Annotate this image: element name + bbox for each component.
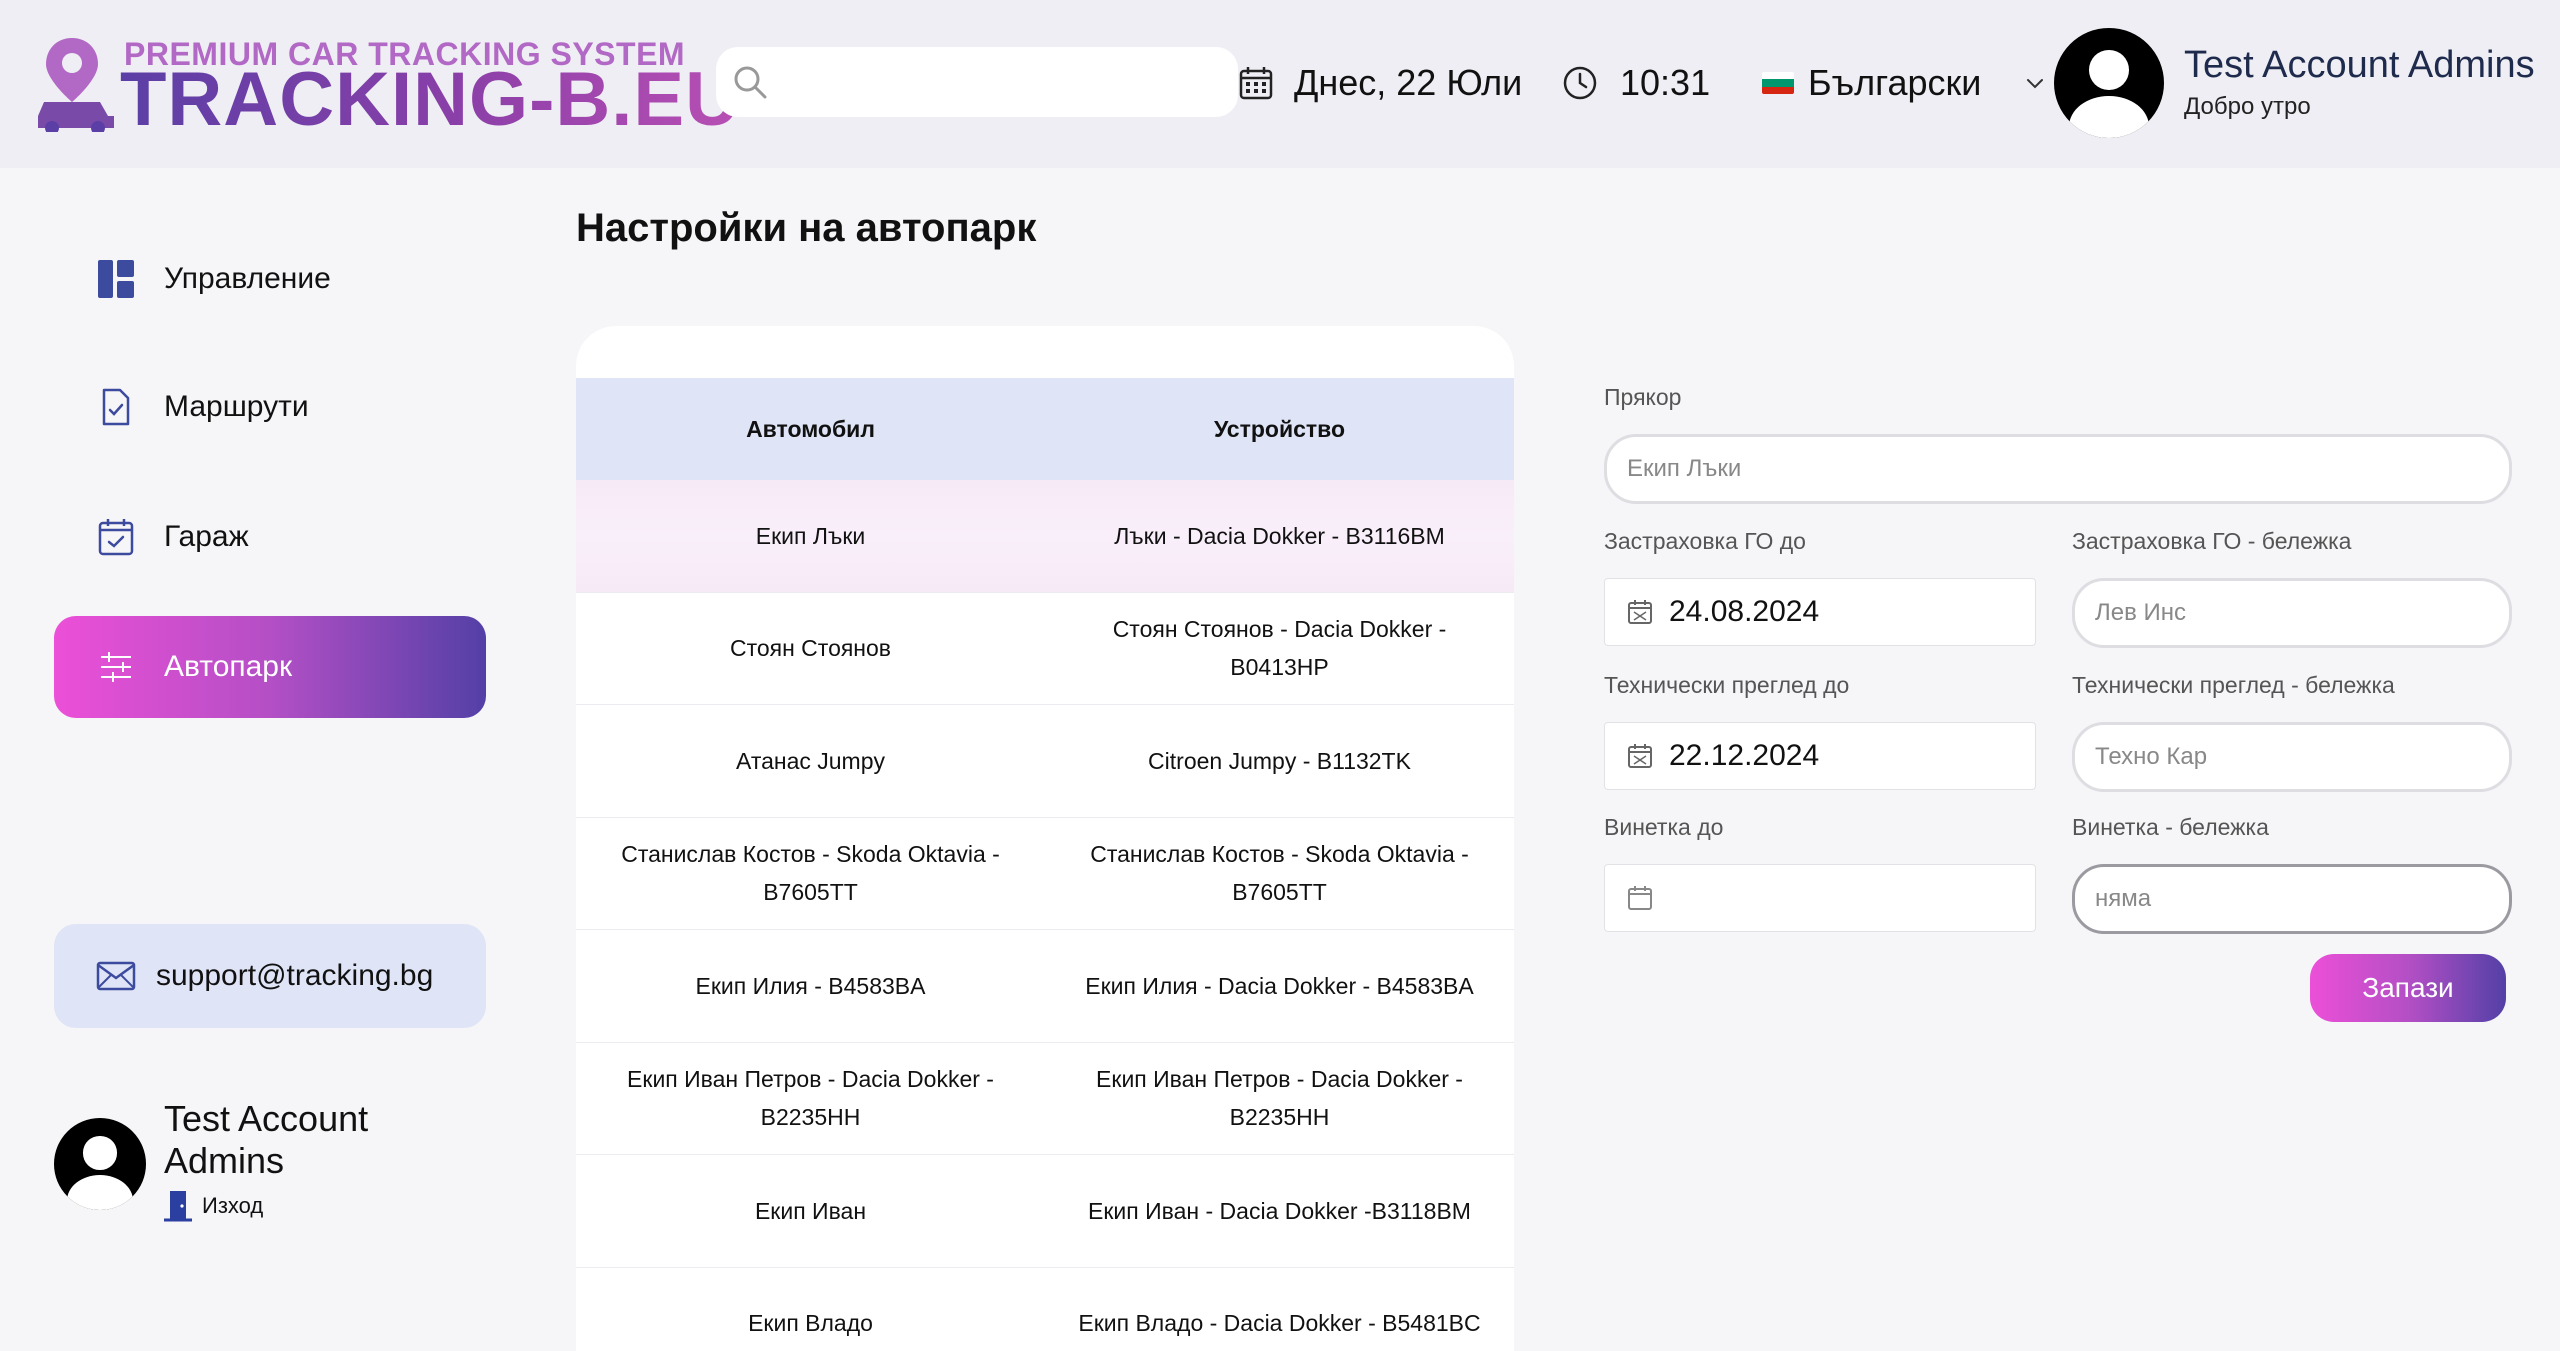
time-display: 10:31 [1562, 58, 1710, 108]
vignette-note-label: Винетка - бележка [2072, 814, 2269, 840]
sidebar-item-label: Автопарк [164, 650, 293, 683]
vignette-note-field[interactable]: няма [2072, 864, 2512, 934]
calendar-icon [1628, 886, 1652, 910]
top-header: PREMIUM CAR TRACKING SYSTEM TRACKING-B.E… [0, 0, 2560, 168]
user-info: Test Account Admins Добро утро [2184, 44, 2535, 121]
sidebar-item-management[interactable]: Управление [54, 228, 486, 330]
cell-car: Атанас Jumpy [735, 747, 886, 774]
cell-device: Екип Владо - Dacia Dokker - B5481BC [1078, 1310, 1481, 1337]
insurance-date-field[interactable]: 24.08.2024 [1604, 578, 2036, 646]
nickname-field[interactable]: Екип Лъки [1604, 434, 2512, 504]
table-row[interactable]: Атанас Jumpy Citroen Jumpy - B1132TK [576, 705, 1514, 818]
sidebar-item-label: Маршрути [164, 390, 309, 423]
calendar-icon [1628, 744, 1652, 768]
save-button[interactable]: Запази [2310, 954, 2506, 1022]
brand-logo[interactable]: PREMIUM CAR TRACKING SYSTEM TRACKING-B.E… [34, 36, 740, 142]
cell-device: Екип Иван - Dacia Dokker -B3118BM [1088, 1197, 1471, 1224]
table-row[interactable]: Екип Иван Петров - Dacia Dokker - B2235H… [576, 1043, 1514, 1155]
logout-label: Изход [202, 1193, 264, 1218]
language-label: Български [1808, 62, 1982, 103]
cell-device: Екип Илия - Dacia Dokker - B4583BA [1085, 972, 1474, 999]
car-pin-icon [38, 38, 114, 132]
inspection-label: Технически преглед до [1604, 672, 1850, 698]
door-icon [164, 1191, 192, 1222]
file-check-icon [94, 385, 138, 429]
inspection-note-label: Технически преглед - бележка [2072, 672, 2395, 698]
sidebar-user-name: Test Account Admins [164, 1098, 369, 1181]
cell-device: Станислав Костов - Skoda Oktavia - B7605… [1090, 841, 1469, 906]
search-icon [734, 66, 767, 99]
sidebar-item-garage[interactable]: Гараж [54, 486, 486, 588]
calendar-icon [1239, 67, 1273, 100]
chevron-down-icon[interactable] [2023, 71, 2047, 95]
current-time: 10:31 [1620, 62, 1711, 103]
cell-car: Екип Илия - B4583BA [695, 972, 926, 999]
sidebar-item-routes[interactable]: Маршрути [54, 356, 486, 458]
cell-device: Екип Иван Петров - Dacia Dokker - B2235H… [1096, 1066, 1463, 1131]
nickname-label: Прякор [1604, 384, 1682, 410]
user-name: Test Account Admins [2184, 44, 2535, 86]
cell-car: Екип Владо [748, 1310, 873, 1337]
cell-car: Екип Иван [754, 1197, 867, 1224]
table-row[interactable]: Екип Лъки Лъки - Dacia Dokker - B3116BM [576, 480, 1514, 593]
greeting: Добро утро [2184, 93, 2311, 120]
column-header-car[interactable]: Автомобил [576, 378, 1045, 480]
insurance-note-label: Застраховка ГО - бележка [2072, 528, 2352, 554]
calendar-check-icon [94, 515, 138, 559]
sliders-icon [94, 645, 138, 689]
calendar-icon [1628, 600, 1652, 624]
cell-device: Лъки - Dacia Dokker - B3116BM [1114, 522, 1445, 549]
inspection-date-value: 22.12.2024 [1669, 739, 1820, 772]
table-row[interactable]: Екип Владо Екип Владо - Dacia Dokker - B… [576, 1268, 1514, 1351]
search-input[interactable] [780, 57, 1220, 107]
clock-icon [1563, 66, 1597, 100]
insurance-label: Застраховка ГО до [1604, 528, 1806, 554]
table-row[interactable]: Стоян Стоянов Стоян Стоянов - Dacia Dokk… [576, 593, 1514, 705]
table-row[interactable]: Екип Илия - B4583BA Екип Илия - Dacia Do… [576, 930, 1514, 1043]
table-row[interactable]: Екип Иван Екип Иван - Dacia Dokker -B311… [576, 1155, 1514, 1268]
support-email: support@tracking.bg [156, 959, 434, 992]
vignette-label: Винетка до [1604, 814, 1724, 840]
sidebar-item-fleet[interactable]: Автопарк [54, 616, 486, 718]
inspection-note-field[interactable]: Техно Кар [2072, 722, 2512, 792]
support-email-link[interactable]: support@tracking.bg [54, 924, 486, 1028]
sidebar-item-label: Гараж [164, 520, 249, 553]
table-body: Екип Лъки Лъки - Dacia Dokker - B3116BM … [576, 480, 1514, 1351]
cell-car: Станислав Костов - Skoda Oktavia - B7605… [621, 841, 1000, 906]
cell-device: Стоян Стоянов - Dacia Dokker - B0413HP [1112, 616, 1447, 681]
cell-car: Стоян Стоянов [729, 635, 892, 662]
table-header: Автомобил Устройство [576, 378, 1514, 480]
current-date: Днес, 22 Юли [1294, 62, 1523, 103]
insurance-date-value: 24.08.2024 [1669, 595, 1820, 628]
page-title: Настройки на автопарк [576, 206, 1037, 250]
dashboard-icon [94, 257, 138, 301]
logout-link[interactable]: Изход [164, 1190, 424, 1222]
cell-device: Citroen Jumpy - B1132TK [1148, 747, 1411, 774]
date-display: Днес, 22 Юли [1238, 58, 1522, 108]
brand-name: TRACKING-B.EU [120, 57, 741, 142]
cell-car: Екип Иван Петров - Dacia Dokker - B2235H… [627, 1066, 994, 1131]
inspection-date-field[interactable]: 22.12.2024 [1604, 722, 2036, 790]
mail-icon [96, 961, 136, 991]
sidebar-user-avatar [54, 1118, 146, 1210]
search-box[interactable] [716, 47, 1238, 117]
cell-car: Екип Лъки [755, 522, 866, 549]
sidebar-item-label: Управление [164, 262, 331, 295]
column-header-device[interactable]: Устройство [1045, 378, 1514, 480]
insurance-note-field[interactable]: Лев Инс [2072, 578, 2512, 648]
bulgaria-flag-icon [1762, 72, 1794, 94]
vignette-date-field[interactable] [1604, 864, 2036, 932]
sidebar-user-info: Test Account Admins Изход [164, 1098, 424, 1222]
table-row[interactable]: Станислав Костов - Skoda Oktavia - B7605… [576, 818, 1514, 930]
user-avatar[interactable] [2054, 28, 2164, 138]
fleet-table: Автомобил Устройство Екип Лъки Лъки - Da… [576, 326, 1514, 1351]
language-selector[interactable]: Български [1762, 58, 2047, 108]
